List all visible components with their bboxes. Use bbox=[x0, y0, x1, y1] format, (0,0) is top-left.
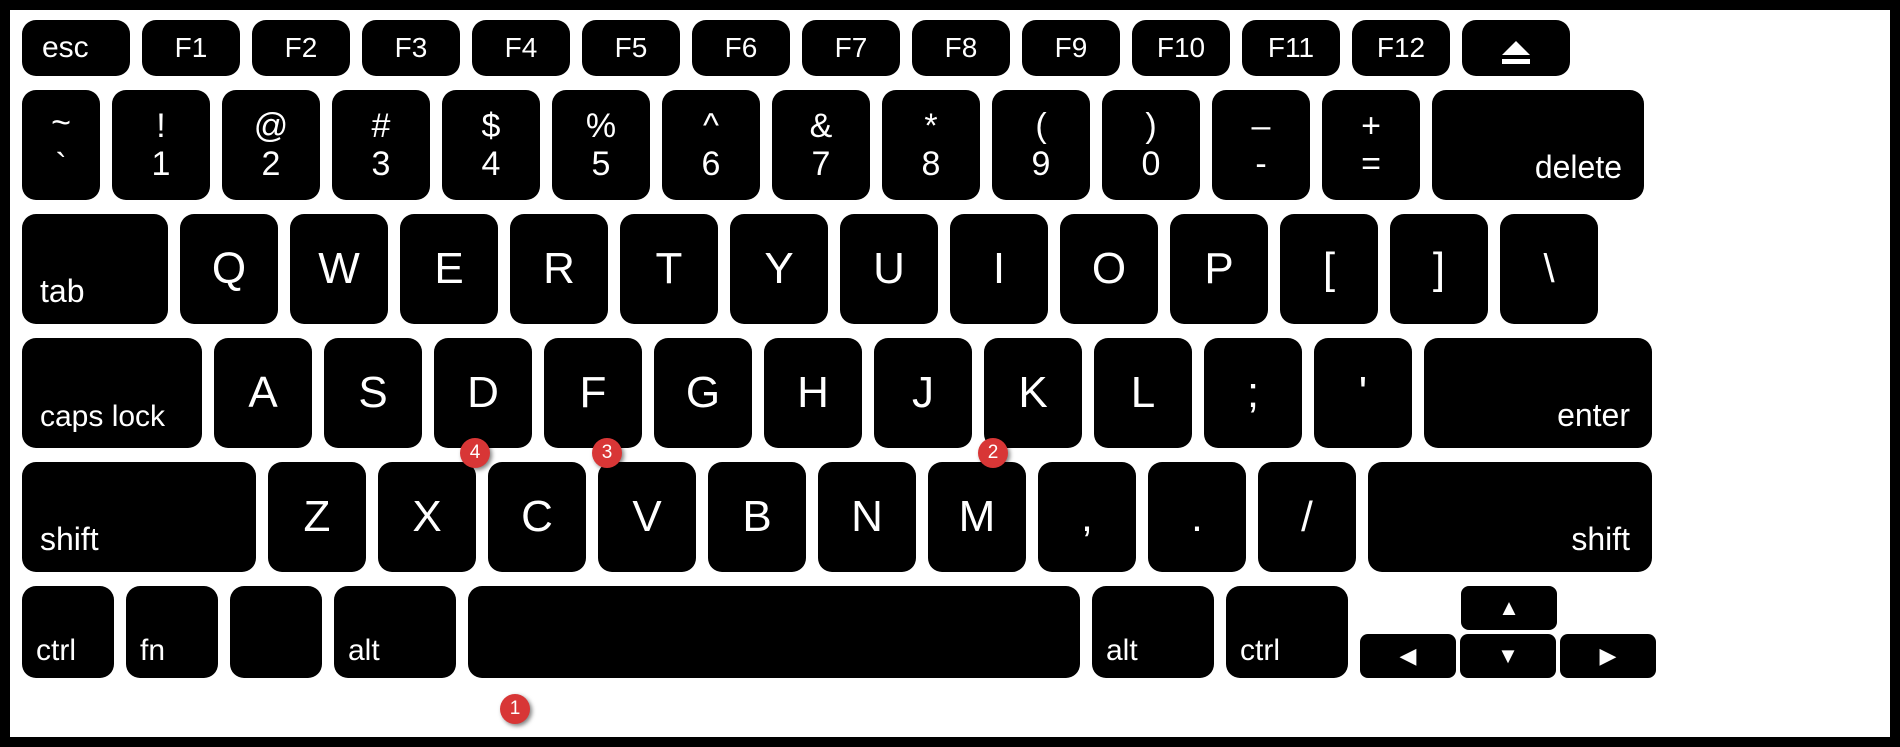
key-1[interactable]: !1 bbox=[112, 90, 210, 200]
key-blank[interactable] bbox=[230, 586, 322, 678]
key-i[interactable]: I bbox=[950, 214, 1048, 324]
key-8[interactable]: *8 bbox=[882, 90, 980, 200]
key-arrow-right[interactable]: ▶ bbox=[1560, 634, 1656, 678]
row-home: caps lock A S D F G H J K L ; ' enter bbox=[22, 338, 1878, 448]
key-l[interactable]: L bbox=[1094, 338, 1192, 448]
keyboard-frame: esc F1 F2 F3 F4 F5 F6 F7 F8 F9 F10 F11 F… bbox=[0, 0, 1900, 747]
key-f9[interactable]: F9 bbox=[1022, 20, 1120, 76]
key-enter[interactable]: enter bbox=[1424, 338, 1652, 448]
key-c[interactable]: C bbox=[488, 462, 586, 572]
key-7[interactable]: &7 bbox=[772, 90, 870, 200]
key-lshift[interactable]: shift bbox=[22, 462, 256, 572]
key-slash[interactable]: / bbox=[1258, 462, 1356, 572]
key-f5[interactable]: F5 bbox=[582, 20, 680, 76]
key-4[interactable]: $4 bbox=[442, 90, 540, 200]
key-k[interactable]: K bbox=[984, 338, 1082, 448]
key-x[interactable]: X bbox=[378, 462, 476, 572]
annotation-badge-4: 4 bbox=[460, 438, 490, 468]
key-z[interactable]: Z bbox=[268, 462, 366, 572]
key-u[interactable]: U bbox=[840, 214, 938, 324]
key-f4[interactable]: F4 bbox=[472, 20, 570, 76]
key-w[interactable]: W bbox=[290, 214, 388, 324]
row-shift: shift Z X C V B N M , . / shift bbox=[22, 462, 1878, 572]
key-b[interactable]: B bbox=[708, 462, 806, 572]
key-2[interactable]: @2 bbox=[222, 90, 320, 200]
key-arrow-left[interactable]: ◀ bbox=[1360, 634, 1456, 678]
key-p[interactable]: P bbox=[1170, 214, 1268, 324]
key-bot: ` bbox=[55, 147, 66, 186]
key-5[interactable]: %5 bbox=[552, 90, 650, 200]
key-m[interactable]: M bbox=[928, 462, 1026, 572]
row-qwerty: tab Q W E R T Y U I O P [ ] \ bbox=[22, 214, 1878, 324]
key-h[interactable]: H bbox=[764, 338, 862, 448]
key-f7[interactable]: F7 bbox=[802, 20, 900, 76]
key-6[interactable]: ^6 bbox=[662, 90, 760, 200]
eject-icon bbox=[1502, 41, 1530, 55]
key-e[interactable]: E bbox=[400, 214, 498, 324]
annotation-badge-3: 3 bbox=[592, 438, 622, 468]
key-quote[interactable]: ' bbox=[1314, 338, 1412, 448]
key-comma[interactable]: , bbox=[1038, 462, 1136, 572]
key-f[interactable]: F bbox=[544, 338, 642, 448]
key-f11[interactable]: F11 bbox=[1242, 20, 1340, 76]
row-bottom: ctrl fn alt alt ctrl ▲ ◀ ▼ ▶ bbox=[22, 586, 1878, 678]
key-ralt[interactable]: alt bbox=[1092, 586, 1214, 678]
annotation-badge-2: 2 bbox=[978, 438, 1008, 468]
key-semicolon[interactable]: ; bbox=[1204, 338, 1302, 448]
key-lalt[interactable]: alt bbox=[334, 586, 456, 678]
arrow-cluster: ▲ ◀ ▼ ▶ bbox=[1360, 586, 1658, 678]
key-capslock[interactable]: caps lock bbox=[22, 338, 202, 448]
key-n[interactable]: N bbox=[818, 462, 916, 572]
key-rctrl[interactable]: ctrl bbox=[1226, 586, 1348, 678]
key-rbracket[interactable]: ] bbox=[1390, 214, 1488, 324]
key-lbracket[interactable]: [ bbox=[1280, 214, 1378, 324]
key-rshift[interactable]: shift bbox=[1368, 462, 1652, 572]
annotation-badge-1: 1 bbox=[500, 694, 530, 724]
key-a[interactable]: A bbox=[214, 338, 312, 448]
key-backslash[interactable]: \ bbox=[1500, 214, 1598, 324]
key-f12[interactable]: F12 bbox=[1352, 20, 1450, 76]
key-f2[interactable]: F2 bbox=[252, 20, 350, 76]
key-minus[interactable]: –- bbox=[1212, 90, 1310, 200]
key-lctrl[interactable]: ctrl bbox=[22, 586, 114, 678]
key-f1[interactable]: F1 bbox=[142, 20, 240, 76]
key-arrow-down[interactable]: ▼ bbox=[1460, 634, 1556, 678]
row-numbers: ~ ` !1 @2 #3 $4 %5 ^6 &7 *8 (9 )0 –- += … bbox=[22, 90, 1878, 200]
key-d[interactable]: D bbox=[434, 338, 532, 448]
key-arrow-up[interactable]: ▲ bbox=[1461, 586, 1557, 630]
key-eject[interactable] bbox=[1462, 20, 1570, 76]
key-0[interactable]: )0 bbox=[1102, 90, 1200, 200]
key-t[interactable]: T bbox=[620, 214, 718, 324]
key-f3[interactable]: F3 bbox=[362, 20, 460, 76]
key-s[interactable]: S bbox=[324, 338, 422, 448]
key-backtick[interactable]: ~ ` bbox=[22, 90, 100, 200]
key-y[interactable]: Y bbox=[730, 214, 828, 324]
row-function: esc F1 F2 F3 F4 F5 F6 F7 F8 F9 F10 F11 F… bbox=[22, 20, 1878, 76]
key-equals[interactable]: += bbox=[1322, 90, 1420, 200]
key-period[interactable]: . bbox=[1148, 462, 1246, 572]
key-3[interactable]: #3 bbox=[332, 90, 430, 200]
key-f6[interactable]: F6 bbox=[692, 20, 790, 76]
key-q[interactable]: Q bbox=[180, 214, 278, 324]
key-esc[interactable]: esc bbox=[22, 20, 130, 76]
key-r[interactable]: R bbox=[510, 214, 608, 324]
key-space[interactable] bbox=[468, 586, 1080, 678]
key-f8[interactable]: F8 bbox=[912, 20, 1010, 76]
key-9[interactable]: (9 bbox=[992, 90, 1090, 200]
key-tab[interactable]: tab bbox=[22, 214, 168, 324]
key-j[interactable]: J bbox=[874, 338, 972, 448]
key-top: ~ bbox=[51, 104, 71, 143]
key-o[interactable]: O bbox=[1060, 214, 1158, 324]
key-v[interactable]: V bbox=[598, 462, 696, 572]
key-fn[interactable]: fn bbox=[126, 586, 218, 678]
key-f10[interactable]: F10 bbox=[1132, 20, 1230, 76]
key-delete[interactable]: delete bbox=[1432, 90, 1644, 200]
key-g[interactable]: G bbox=[654, 338, 752, 448]
